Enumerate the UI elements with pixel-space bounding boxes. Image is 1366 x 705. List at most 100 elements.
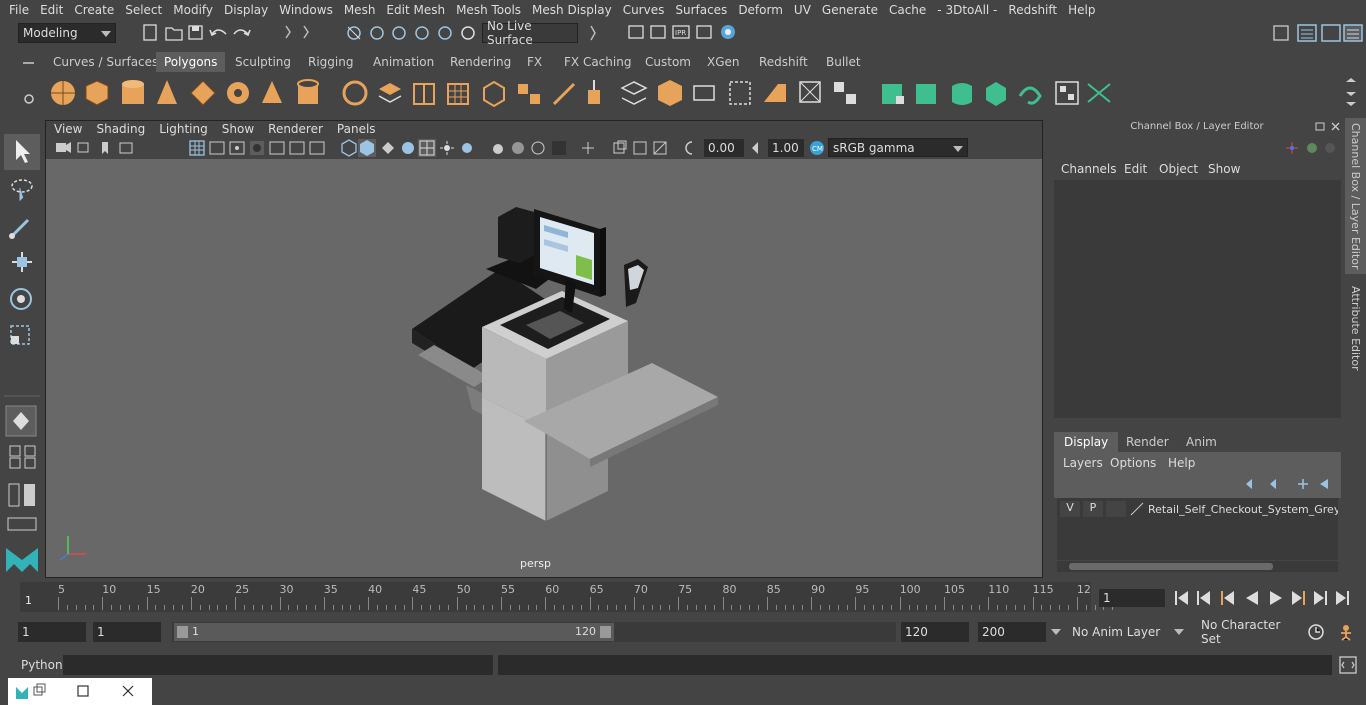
shelf-tab-curves-surfaces[interactable]: Curves / Surfaces [45, 52, 166, 72]
toggle-attribute-editor-icon[interactable] [1297, 24, 1317, 42]
outliner-layout-icon[interactable] [7, 517, 37, 531]
new-layer-icon[interactable] [1298, 479, 1308, 489]
extract-icon[interactable] [413, 83, 435, 105]
vp-menu-lighting[interactable]: Lighting [159, 122, 208, 136]
use-lights-icon[interactable] [418, 139, 436, 157]
layer-horizontal-scrollbar[interactable] [1057, 561, 1338, 572]
playback-start-field[interactable]: 1 [93, 622, 161, 642]
poly-pipe-icon[interactable] [297, 79, 319, 104]
menu-surfaces[interactable]: Surfaces [675, 3, 727, 17]
shelf-tab-fx-caching[interactable]: FX Caching [556, 52, 639, 72]
poly-plane-icon[interactable] [190, 80, 216, 106]
new-scene-icon[interactable] [143, 24, 157, 41]
cb-menu-edit[interactable]: Edit [1124, 162, 1147, 176]
combine-icon[interactable] [342, 80, 368, 106]
range-slider-left-grip[interactable] [177, 626, 188, 638]
snap-grid-icon[interactable] [347, 26, 361, 40]
exposure-icon[interactable] [685, 141, 692, 155]
move-layer-down-icon[interactable] [1270, 479, 1276, 489]
insert-edge-loop-icon[interactable] [729, 81, 751, 105]
play-backward-icon[interactable] [1246, 591, 1258, 605]
scale-tool-icon[interactable] [10, 325, 30, 345]
hypershade-icon[interactable] [721, 25, 735, 39]
step-forward-icon[interactable] [1314, 591, 1327, 605]
separate-icon[interactable] [378, 83, 402, 103]
layer-color-icon[interactable] [1129, 501, 1145, 517]
render-settings-icon[interactable] [696, 25, 712, 39]
float-panel-icon[interactable] [1315, 122, 1325, 131]
lasso-tool-icon[interactable] [11, 179, 33, 202]
menu-uv[interactable]: UV [794, 3, 811, 17]
select-object-icon[interactable] [303, 25, 309, 39]
vp-menu-renderer[interactable]: Renderer [268, 122, 323, 136]
poly-torus-icon[interactable] [227, 82, 249, 104]
safe-action-icon[interactable] [289, 141, 305, 155]
wireframe-on-shaded-icon[interactable] [382, 142, 394, 154]
move-layer-up-icon[interactable] [1246, 479, 1252, 489]
maya-window-icon[interactable] [16, 687, 28, 699]
restore-icon[interactable] [33, 683, 46, 696]
side-tab-attribute-editor[interactable]: Attribute Editor [1345, 280, 1366, 376]
textured-icon[interactable] [402, 142, 414, 154]
xray-joints-icon[interactable] [531, 141, 545, 155]
film-gate-icon[interactable] [209, 141, 225, 155]
live-surface-field[interactable]: No Live Surface [482, 19, 578, 47]
gamma-field[interactable]: 1.00 [768, 139, 804, 157]
shelf-tab-rigging[interactable]: Rigging [300, 52, 361, 72]
undo-icon[interactable] [209, 29, 227, 37]
menu-redshift[interactable]: Redshift [1008, 3, 1057, 17]
uv-layout-icon[interactable] [1055, 81, 1079, 105]
uv-sew-icon[interactable] [1087, 83, 1111, 103]
snap-live-icon[interactable] [438, 26, 452, 40]
close-panel-icon[interactable] [1331, 122, 1340, 131]
shelf-tab-polygons[interactable]: Polygons [156, 52, 226, 72]
cb-menu-show[interactable]: Show [1208, 162, 1240, 176]
menu-windows[interactable]: Windows [279, 3, 333, 17]
shelf-tab-xgen[interactable]: XGen [699, 52, 748, 72]
shelf-tab-bullet[interactable]: Bullet [818, 52, 869, 72]
poly-pyramid-icon[interactable] [262, 81, 282, 103]
animation-start-field[interactable]: 1 [18, 622, 86, 642]
poly-cylinder-icon[interactable] [122, 80, 144, 104]
redo-icon[interactable] [233, 29, 251, 37]
layer-menu-options[interactable]: Options [1110, 456, 1156, 470]
menu-cache[interactable]: Cache [889, 3, 926, 17]
manipulator-icon[interactable] [1286, 142, 1298, 154]
exposure-field[interactable]: 0.00 [704, 139, 744, 157]
menu-deform[interactable]: Deform [738, 3, 783, 17]
close-icon[interactable] [122, 685, 134, 697]
color-management-icon[interactable]: CM [808, 139, 828, 157]
render-sequence-icon[interactable] [650, 25, 666, 39]
append-polygon-icon[interactable] [620, 81, 648, 105]
paint-select-icon[interactable] [9, 218, 30, 239]
vp-menu-panels[interactable]: Panels [337, 122, 376, 136]
select-hierarchy-icon[interactable] [285, 25, 291, 39]
command-input[interactable] [63, 655, 493, 675]
snap-curve-icon[interactable] [370, 26, 384, 40]
safe-title-icon[interactable] [309, 141, 325, 155]
toggle-channel-box-icon[interactable] [1343, 24, 1363, 42]
menu-create[interactable]: Create [74, 3, 114, 17]
isolate-select-icon[interactable] [493, 144, 503, 154]
layer-tab-display[interactable]: Display [1054, 432, 1119, 452]
cb-menu-channels[interactable]: Channels [1061, 162, 1117, 176]
side-tab-channel-box[interactable]: Channel Box / Layer Editor [1345, 118, 1366, 274]
aa-multisample-icon[interactable] [613, 140, 627, 154]
wireframe-icon[interactable] [341, 139, 357, 157]
snap-point-icon[interactable] [392, 26, 406, 40]
step-forward-key-icon[interactable] [1292, 591, 1305, 605]
menu-edit-mesh[interactable]: Edit Mesh [386, 3, 445, 17]
checkout-kiosk-model[interactable] [46, 159, 1042, 577]
wedge-icon[interactable] [834, 82, 856, 104]
current-frame-field[interactable]: 1 [1099, 589, 1165, 607]
layer-menu-layers[interactable]: Layers [1063, 456, 1103, 470]
xray-icon[interactable] [512, 142, 524, 154]
layer-tab-anim[interactable]: Anim [1176, 432, 1227, 452]
layer-playback-toggle[interactable]: P [1083, 501, 1103, 517]
ambient-occlusion-icon[interactable] [462, 143, 472, 153]
range-slider-handle[interactable]: 1 120 [174, 623, 614, 641]
menu-mesh[interactable]: Mesh [344, 3, 376, 17]
cb-menu-object[interactable]: Object [1159, 162, 1198, 176]
shadows-icon[interactable] [440, 141, 454, 155]
vp-menu-show[interactable]: Show [222, 122, 254, 136]
